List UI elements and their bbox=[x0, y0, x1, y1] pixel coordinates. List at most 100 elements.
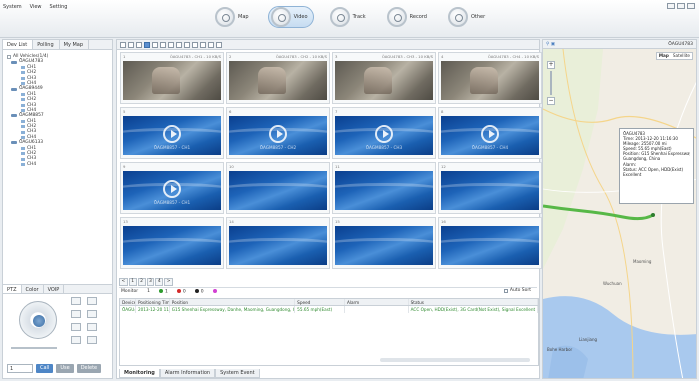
offline-count[interactable]: 0 bbox=[194, 288, 204, 294]
play-icon[interactable] bbox=[481, 124, 499, 143]
video-cell[interactable]: 11 bbox=[332, 162, 436, 214]
zoom-slider[interactable] bbox=[550, 71, 552, 95]
page-button[interactable]: 1 bbox=[128, 278, 137, 286]
tab-polling[interactable]: Polling bbox=[33, 40, 60, 49]
settings-icon[interactable] bbox=[216, 41, 222, 48]
map-type-map[interactable]: Map bbox=[657, 53, 671, 59]
map-tool-icons[interactable]: ⚲ ▣ bbox=[546, 42, 555, 47]
video-cell[interactable]: 7 ÖAGM8857 - CH3 bbox=[332, 107, 436, 159]
prev-page-icon[interactable] bbox=[200, 41, 206, 48]
close-icon[interactable] bbox=[687, 3, 695, 9]
live-video-frame[interactable] bbox=[335, 61, 433, 100]
video-cell[interactable]: 5 ÖAGM8857 - CH1 bbox=[120, 107, 224, 159]
video-cell[interactable]: 4 ÖAGU4783 - CH4 - 10 KB/S bbox=[438, 52, 542, 104]
talk-icon[interactable] bbox=[192, 41, 198, 48]
ptz-direction-dial[interactable] bbox=[19, 301, 57, 339]
play-icon[interactable] bbox=[163, 124, 181, 143]
next-page-icon[interactable] bbox=[208, 41, 214, 48]
preset-input[interactable]: 1 bbox=[7, 364, 33, 373]
wiper-button[interactable] bbox=[87, 336, 97, 344]
video-placeholder[interactable] bbox=[335, 226, 433, 265]
map-type-satellite[interactable]: Satellite bbox=[671, 53, 692, 59]
play-icon[interactable] bbox=[375, 124, 393, 143]
sound-icon[interactable] bbox=[184, 41, 190, 48]
page-button[interactable]: 3 bbox=[146, 278, 155, 286]
video-placeholder[interactable] bbox=[441, 226, 539, 265]
play-icon[interactable] bbox=[269, 124, 287, 143]
layout-9-icon[interactable] bbox=[136, 41, 142, 48]
tab-my-map[interactable]: My Map bbox=[60, 40, 90, 49]
col-device[interactable]: Device bbox=[120, 299, 136, 305]
video-placeholder[interactable]: ÖAGM8857 - CH3 bbox=[335, 116, 433, 155]
tab-dev-list[interactable]: Dev List bbox=[3, 40, 34, 49]
maximize-icon[interactable] bbox=[677, 3, 685, 9]
col-status[interactable]: Status bbox=[409, 299, 539, 305]
page-button[interactable]: > bbox=[164, 278, 174, 286]
layout-4-icon[interactable] bbox=[128, 41, 134, 48]
tab-monitoring[interactable]: Monitoring bbox=[119, 369, 160, 378]
snapshot-icon[interactable] bbox=[168, 41, 174, 48]
mode-video-button[interactable]: Video bbox=[267, 6, 314, 28]
play-icon[interactable] bbox=[163, 179, 181, 198]
live-video-frame[interactable] bbox=[229, 61, 327, 100]
mode-record-button[interactable]: Record bbox=[385, 6, 432, 28]
fullscreen-icon[interactable] bbox=[152, 41, 158, 48]
tab-ptz[interactable]: PTZ bbox=[3, 285, 22, 293]
light-button[interactable] bbox=[71, 336, 81, 344]
col-speed[interactable]: Speed bbox=[295, 299, 345, 305]
auto-sort-toggle[interactable]: Auto Sort bbox=[503, 288, 531, 293]
alarm-count[interactable]: 0 bbox=[176, 288, 186, 294]
preset-use-button[interactable]: Use bbox=[56, 364, 74, 373]
iris-open-button[interactable] bbox=[71, 323, 81, 331]
ptz-speed-slider[interactable] bbox=[11, 347, 57, 349]
iris-close-button[interactable] bbox=[87, 323, 97, 331]
menu-system[interactable]: System bbox=[3, 4, 22, 10]
video-placeholder[interactable]: ÖAGM8857 - CH1 bbox=[123, 116, 221, 155]
video-cell[interactable]: 14 bbox=[226, 217, 330, 269]
mode-track-button[interactable]: Track bbox=[328, 6, 371, 28]
video-cell[interactable]: 3 ÖAGU4783 - CH3 - 10 KB/S bbox=[332, 52, 436, 104]
video-placeholder[interactable]: ÖAGM8857 - CH1 bbox=[123, 171, 221, 210]
ptz-center-button[interactable] bbox=[33, 315, 45, 327]
mode-map-button[interactable]: Map bbox=[213, 6, 254, 28]
tab-system-event[interactable]: System Event bbox=[215, 369, 260, 378]
video-cell[interactable]: 12 bbox=[438, 162, 542, 214]
mode-other-button[interactable]: Other bbox=[446, 6, 490, 28]
video-placeholder[interactable] bbox=[123, 226, 221, 265]
video-cell[interactable]: 8 ÖAGM8857 - CH4 bbox=[438, 107, 542, 159]
video-placeholder[interactable] bbox=[229, 171, 327, 210]
zoom-out-icon[interactable]: − bbox=[547, 97, 555, 105]
zoom-in-icon[interactable]: + bbox=[547, 61, 555, 69]
zoom-in-button[interactable] bbox=[71, 297, 81, 305]
focus-far-button[interactable] bbox=[87, 310, 97, 318]
page-button[interactable]: < bbox=[119, 278, 128, 286]
col-position[interactable]: Position bbox=[170, 299, 296, 305]
minimize-icon[interactable] bbox=[667, 3, 675, 9]
tree-channel[interactable]: CH4 bbox=[7, 162, 111, 167]
map-canvas[interactable]: Maoming Wuchuan Bohe Harbor Lianjiang bbox=[543, 49, 697, 379]
video-placeholder[interactable] bbox=[441, 171, 539, 210]
menu-view[interactable]: View bbox=[30, 4, 42, 10]
video-cell[interactable]: 1 ÖAGU4783 - CH1 - 10 KB/S bbox=[120, 52, 224, 104]
video-cell[interactable]: 2 ÖAGU4783 - CH2 - 10 KB/S bbox=[226, 52, 330, 104]
layout-1-icon[interactable] bbox=[120, 41, 126, 48]
video-placeholder[interactable] bbox=[229, 226, 327, 265]
close-all-icon[interactable] bbox=[160, 41, 166, 48]
menu-setting[interactable]: Setting bbox=[50, 4, 68, 10]
page-button[interactable]: 2 bbox=[137, 278, 146, 286]
tab-color[interactable]: Color bbox=[22, 285, 44, 293]
video-cell[interactable]: 10 bbox=[226, 162, 330, 214]
preset-delete-button[interactable]: Delete bbox=[76, 364, 102, 373]
tab-voip[interactable]: VOIP bbox=[44, 285, 65, 293]
page-button[interactable]: 4 bbox=[155, 278, 164, 286]
other-count[interactable] bbox=[212, 288, 219, 295]
horizontal-scrollbar[interactable] bbox=[380, 358, 530, 362]
tab-alarm-information[interactable]: Alarm Information bbox=[159, 369, 216, 378]
video-cell[interactable]: 9 ÖAGM8857 - CH1 bbox=[120, 162, 224, 214]
video-cell[interactable]: 6 ÖAGM8857 - CH2 bbox=[226, 107, 330, 159]
focus-near-button[interactable] bbox=[71, 310, 81, 318]
live-video-frame[interactable] bbox=[123, 61, 221, 100]
video-placeholder[interactable]: ÖAGM8857 - CH4 bbox=[441, 116, 539, 155]
preset-call-button[interactable]: Call bbox=[36, 364, 54, 373]
col-time[interactable]: Positioning Time bbox=[136, 299, 170, 305]
